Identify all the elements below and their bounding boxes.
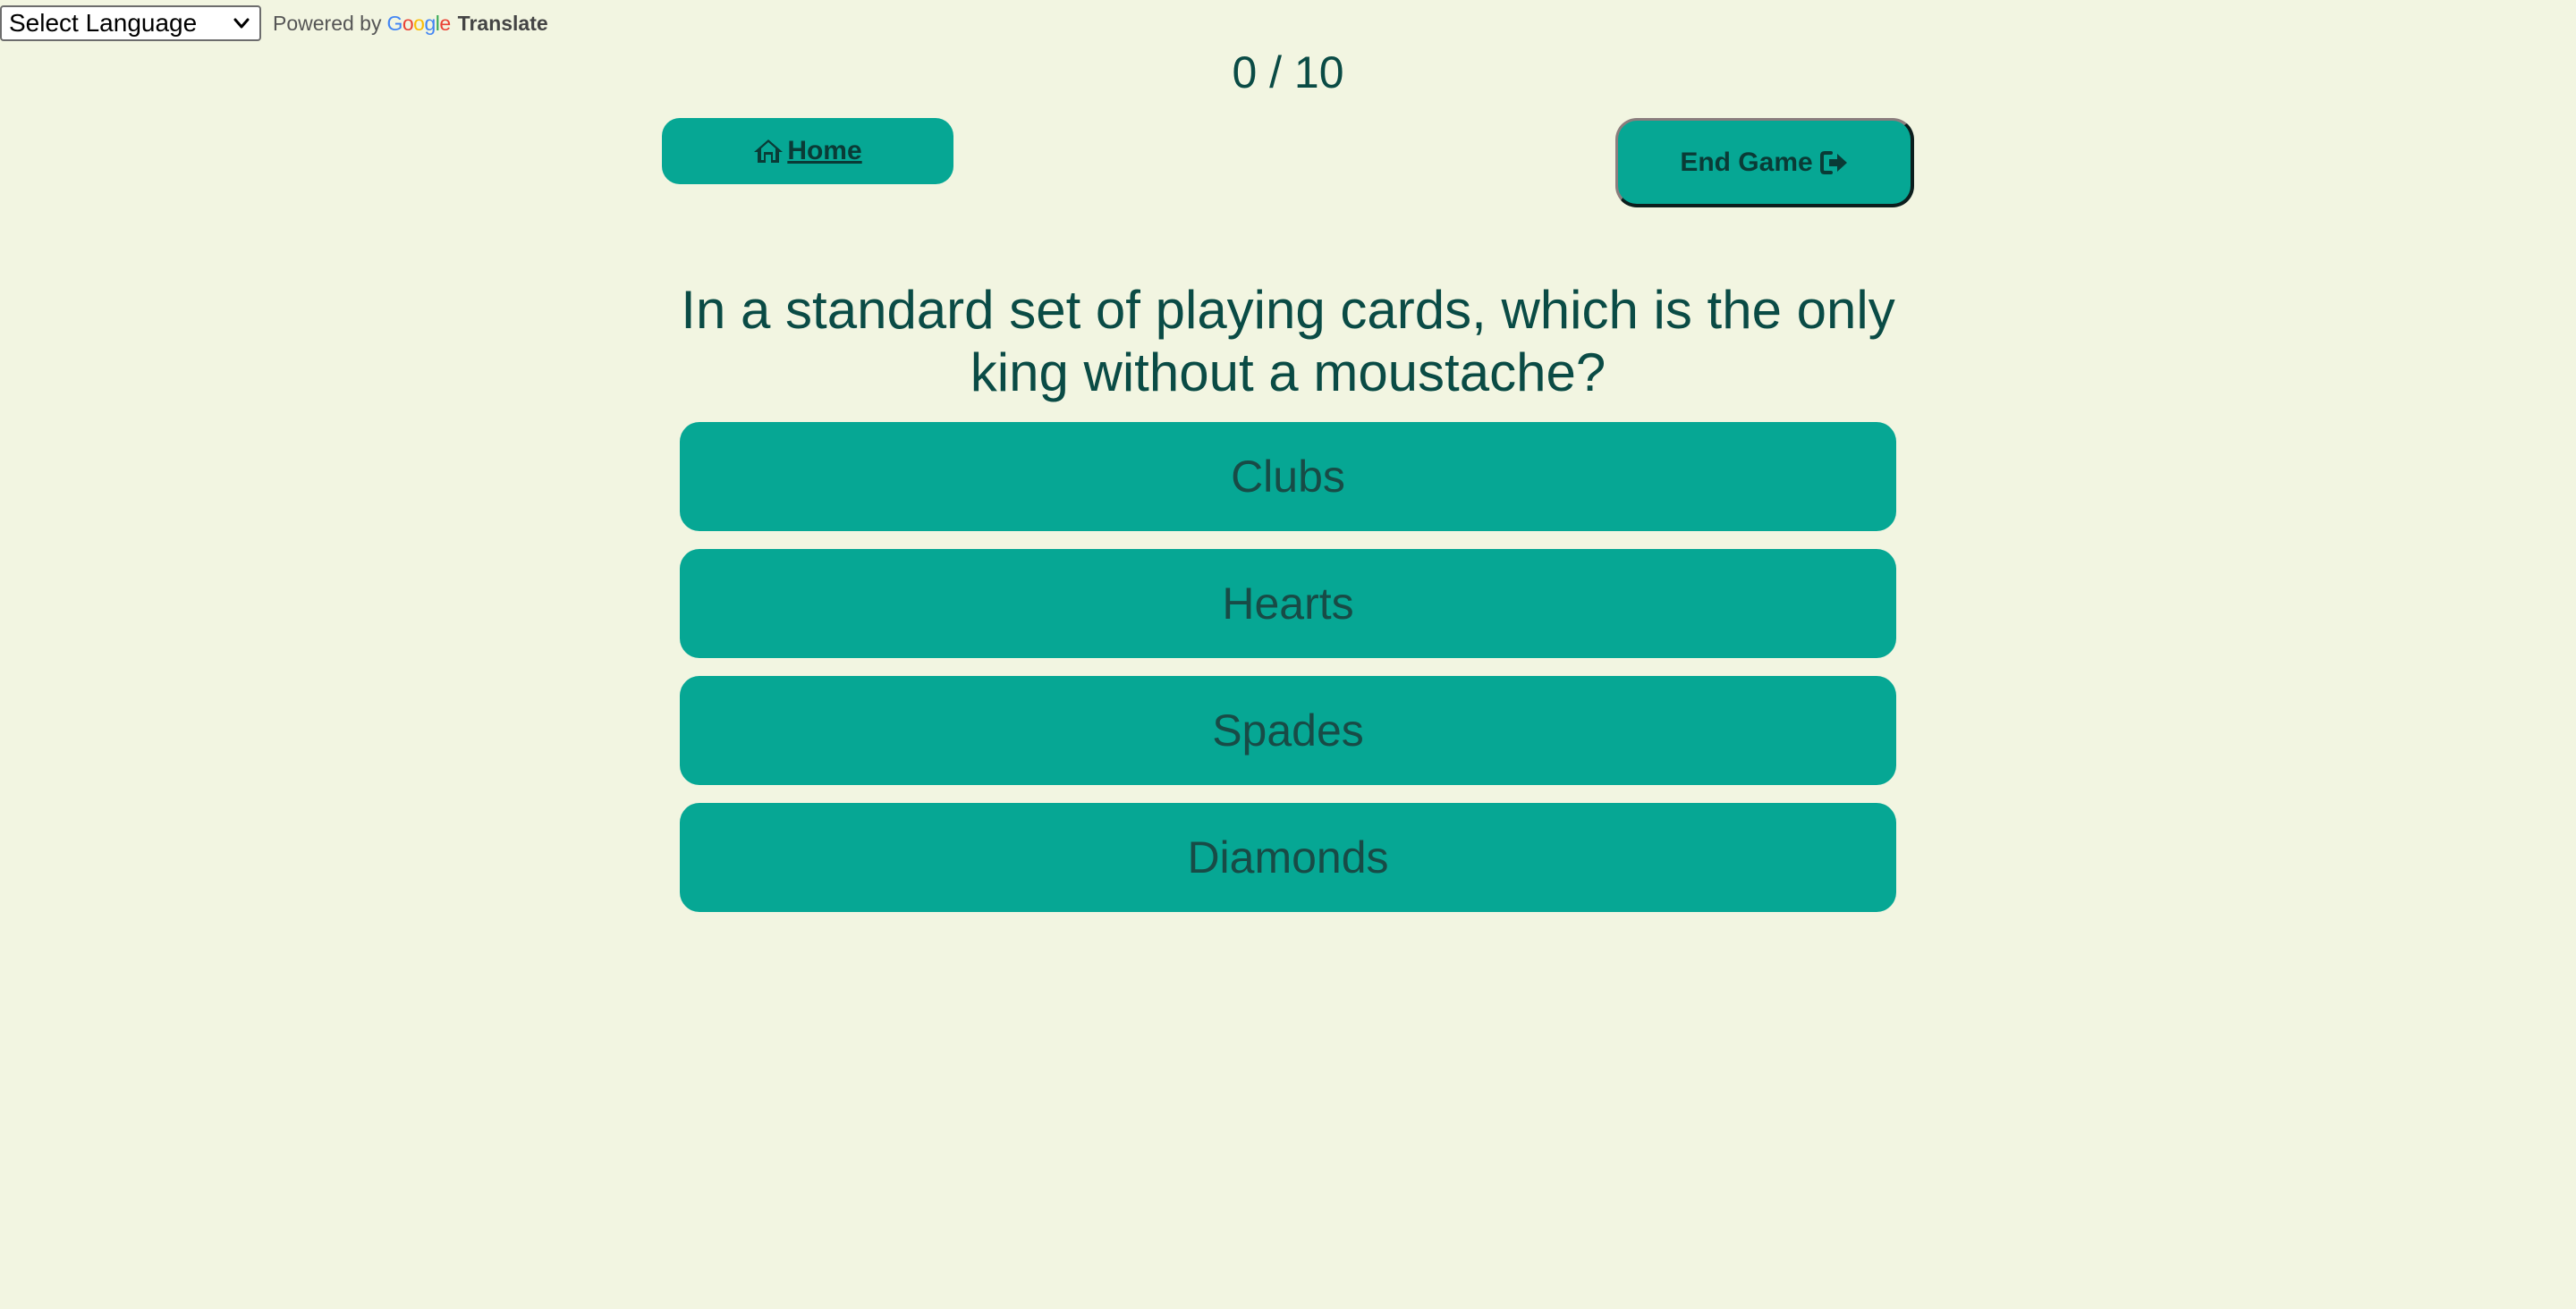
powered-by-text: Powered by [273,11,382,35]
google-letter: e [439,11,451,35]
answer-list: Clubs Hearts Spades Diamonds [680,422,1896,930]
powered-by-google: Powered by Google Translate [273,12,548,36]
answer-option[interactable]: Clubs [680,422,1896,531]
home-button[interactable]: Home [662,118,953,184]
language-select[interactable]: Select Language [0,5,261,41]
end-game-button[interactable]: End Game [1615,118,1914,207]
home-icon [754,139,784,163]
google-letter: o [402,11,414,35]
home-button-label: Home [787,136,862,165]
google-letter: o [413,11,425,35]
answer-option[interactable]: Spades [680,676,1896,785]
question-text: In a standard set of playing cards, whic… [681,280,1895,402]
google-letter: g [424,11,436,35]
language-select-label: Select Language [9,9,198,37]
translate-link[interactable]: Translate [458,12,548,36]
answer-option[interactable]: Diamonds [680,803,1896,912]
google-letter: G [386,11,402,35]
chevron-down-icon [233,18,250,29]
end-game-button-label: End Game [1680,147,1813,177]
sign-out-icon [1819,150,1847,174]
score-counter: 0 / 10 [1232,47,1344,97]
google-logo[interactable]: Google [386,11,451,36]
answer-option[interactable]: Hearts [680,549,1896,658]
google-translate-bar: Select Language Powered by Google Transl… [0,5,548,41]
